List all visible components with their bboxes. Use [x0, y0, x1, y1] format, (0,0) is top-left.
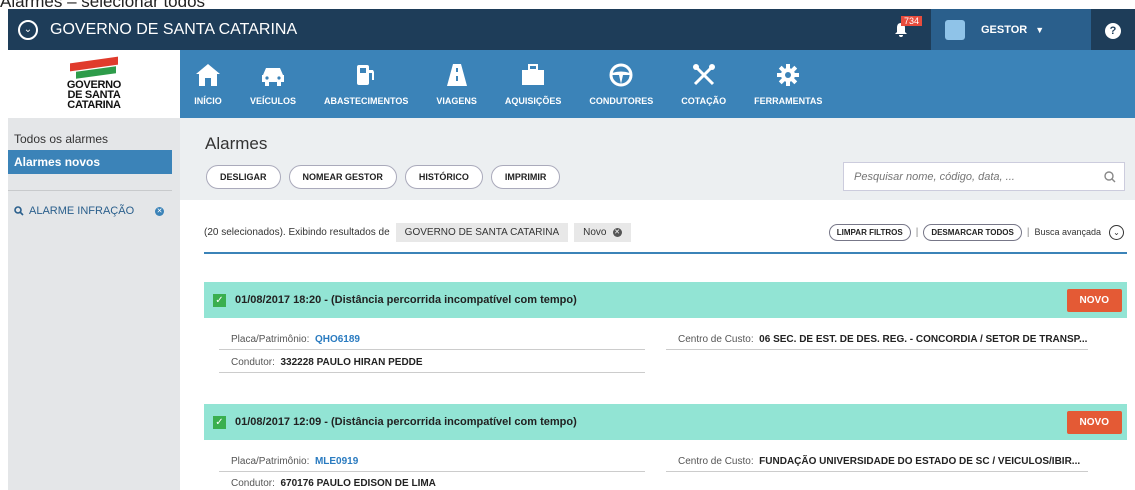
chevron-down-icon[interactable]: ⌄ [1109, 224, 1124, 240]
filter-chip-organization: GOVERNO DE SANTA CATARINA [395, 222, 569, 242]
alarm-header[interactable]: ✓ 01/08/2017 12:09 - (Distância percorri… [204, 404, 1127, 440]
clear-filters-button[interactable]: LIMPAR FILTROS [828, 223, 911, 241]
selection-summary: (20 selecionados). Exibindo resultados d… [204, 226, 390, 238]
brand-line-3: CATARINA [67, 99, 121, 111]
page-title: Alarmes [205, 134, 268, 153]
search-box [843, 162, 1125, 191]
fuel-icon [357, 65, 375, 85]
organization-name: GOVERNO DE SANTA CATARINA [50, 20, 298, 38]
plate-link[interactable]: MLE0919 [315, 456, 358, 467]
filters-row: (20 selecionados). Exibindo resultados d… [204, 222, 1124, 242]
unmark-all-button[interactable]: DESMARCAR TODOS [923, 223, 1022, 241]
divider [204, 252, 1127, 254]
cost-center-field: Centro de Custo: 06 SEC. DE EST. DE DES.… [678, 334, 1088, 345]
sidebar-item-all-alarms[interactable]: Todos os alarmes [8, 118, 180, 146]
nav-inicio[interactable]: INÍCIO [180, 50, 236, 118]
top-bar: ⌄ GOVERNO DE SANTA CATARINA 734 GESTOR ▼… [8, 9, 1135, 50]
divider [219, 471, 645, 472]
advanced-search-link[interactable]: Busca avançada [1034, 227, 1101, 237]
home-icon [196, 64, 220, 86]
divider [666, 471, 1088, 472]
help-icon: ? [1105, 22, 1121, 39]
content-header: Alarmes DESLIGAR NOMEAR GESTOR HISTÓRICO… [180, 118, 1135, 200]
filter-chip-status: Novo ✕ [574, 222, 631, 242]
status-badge: NOVO [1066, 288, 1122, 312]
alarm-title: 01/08/2017 12:09 - (Distância percorrida… [235, 416, 577, 428]
cost-center-field: Centro de Custo: FUNDAÇÃO UNIVERSIDADE D… [678, 456, 1081, 467]
user-name: GESTOR [981, 23, 1028, 36]
sidebar-filter-infraction[interactable]: ALARME INFRAÇÃO ✕ [8, 191, 180, 217]
tools-icon [692, 64, 715, 86]
nav-abastecimentos[interactable]: ABASTECIMENTOS [310, 50, 422, 118]
plate-field: Placa/Patrimônio: MLE0919 [231, 456, 359, 467]
main-navigation: INÍCIO VEÍCULOS ABASTECIMENTOS VIAGENS A… [180, 50, 1135, 118]
nav-viagens[interactable]: VIAGENS [422, 50, 491, 118]
divider [219, 349, 645, 350]
driver-value: 670176 PAULO EDISON DE LIMA [280, 478, 436, 489]
history-button[interactable]: HISTÓRICO [404, 165, 483, 189]
plate-link[interactable]: QHO6189 [315, 334, 360, 345]
cost-center-value: FUNDAÇÃO UNIVERSIDADE DO ESTADO DE SC / … [759, 456, 1081, 467]
checkbox-checked-icon[interactable]: ✓ [213, 293, 226, 307]
divider [219, 372, 645, 373]
remove-filter-icon[interactable]: ✕ [155, 206, 164, 216]
status-badge: NOVO [1066, 410, 1122, 434]
brand-logo[interactable]: GOVERNO DE SANTA CATARINA [8, 50, 180, 118]
car-icon [262, 68, 284, 86]
nav-cotacao[interactable]: COTAÇÃO [667, 50, 740, 118]
search-icon [14, 206, 24, 216]
caret-down-icon: ▼ [1035, 24, 1045, 35]
separator: | [915, 226, 919, 238]
nav-condutores[interactable]: CONDUTORES [575, 50, 667, 118]
driver-field: Condutor: 332228 PAULO HIRAN PEDDE [231, 357, 423, 368]
search-icon[interactable] [1104, 170, 1116, 183]
gear-icon [777, 64, 800, 86]
turn-off-button[interactable]: DESLIGAR [206, 165, 281, 189]
action-buttons: DESLIGAR NOMEAR GESTOR HISTÓRICO IMPRIMI… [206, 165, 561, 189]
driver-value: 332228 PAULO HIRAN PEDDE [280, 357, 423, 368]
nav-aquisicoes[interactable]: AQUISIÇÕES [491, 50, 576, 118]
notification-count-badge: 734 [901, 15, 923, 26]
separator: | [1026, 226, 1030, 238]
assign-manager-button[interactable]: NOMEAR GESTOR [288, 165, 397, 189]
nav-veiculos[interactable]: VEÍCULOS [236, 50, 310, 118]
print-button[interactable]: IMPRIMIR [490, 165, 561, 189]
state-emblem-icon [70, 56, 118, 80]
checkbox-checked-icon[interactable]: ✓ [213, 415, 226, 429]
divider [666, 349, 1088, 350]
user-menu[interactable]: GESTOR ▼ [931, 9, 1091, 50]
nav-ferramentas[interactable]: FERRAMENTAS [740, 50, 836, 118]
avatar [945, 19, 965, 40]
sidebar-item-new-alarms[interactable]: Alarmes novos [8, 150, 172, 174]
menu-toggle-icon[interactable]: ⌄ [18, 19, 38, 40]
plate-field: Placa/Patrimônio: QHO6189 [231, 334, 360, 345]
alarm-title: 01/08/2017 18:20 - (Distância percorrida… [235, 294, 577, 306]
remove-chip-icon[interactable]: ✕ [612, 227, 622, 237]
road-icon [446, 64, 467, 86]
search-input[interactable] [854, 170, 1094, 183]
sidebar-filter-label: ALARME INFRAÇÃO [29, 205, 135, 217]
briefcase-icon [522, 64, 545, 85]
alarm-header[interactable]: ✓ 01/08/2017 18:20 - (Distância percorri… [204, 282, 1127, 318]
cost-center-value: 06 SEC. DE EST. DE DES. REG. - CONCORDIA… [759, 334, 1088, 345]
sidebar: Todos os alarmes Alarmes novos ALARME IN… [8, 118, 180, 490]
driver-field: Condutor: 670176 PAULO EDISON DE LIMA [231, 478, 436, 489]
notifications-button[interactable]: 734 [881, 15, 923, 38]
steering-wheel-icon [609, 63, 633, 87]
help-button[interactable]: ? [1091, 21, 1135, 39]
